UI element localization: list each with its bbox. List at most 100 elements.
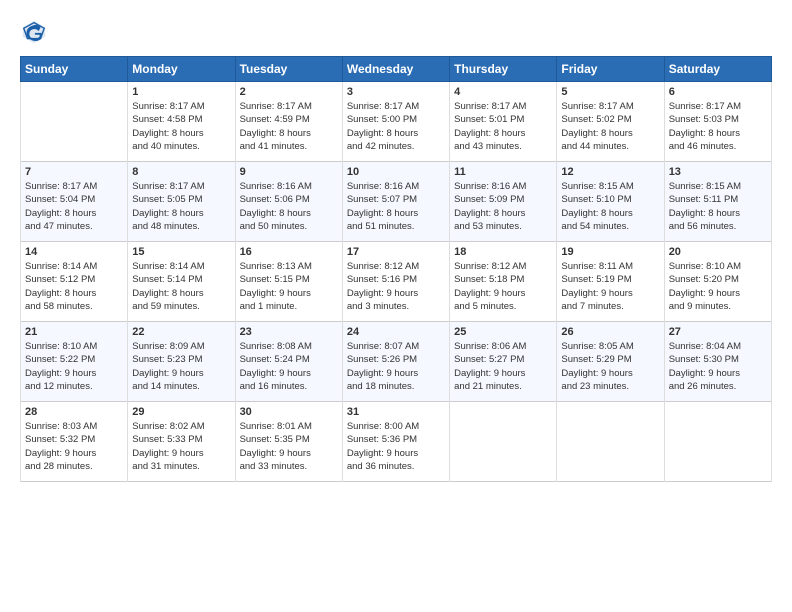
- day-number: 25: [454, 326, 552, 338]
- cell-text: Sunrise: 8:10 AMSunset: 5:20 PMDaylight:…: [669, 260, 767, 313]
- cell-text: Sunrise: 8:16 AMSunset: 5:06 PMDaylight:…: [240, 180, 338, 233]
- day-number: 14: [25, 246, 123, 258]
- cell-text: Sunrise: 8:17 AMSunset: 5:00 PMDaylight:…: [347, 100, 445, 153]
- calendar-cell: [557, 402, 664, 482]
- day-number: 28: [25, 406, 123, 418]
- cell-text: Sunrise: 8:14 AMSunset: 5:12 PMDaylight:…: [25, 260, 123, 313]
- calendar-cell: 19Sunrise: 8:11 AMSunset: 5:19 PMDayligh…: [557, 242, 664, 322]
- cell-text: Sunrise: 8:16 AMSunset: 5:07 PMDaylight:…: [347, 180, 445, 233]
- day-number: 7: [25, 166, 123, 178]
- calendar-cell: 20Sunrise: 8:10 AMSunset: 5:20 PMDayligh…: [664, 242, 771, 322]
- day-number: 15: [132, 246, 230, 258]
- page: SundayMondayTuesdayWednesdayThursdayFrid…: [0, 0, 792, 492]
- calendar-cell: [21, 82, 128, 162]
- day-number: 13: [669, 166, 767, 178]
- col-header-friday: Friday: [557, 57, 664, 82]
- day-number: 24: [347, 326, 445, 338]
- calendar-cell: 1Sunrise: 8:17 AMSunset: 4:58 PMDaylight…: [128, 82, 235, 162]
- day-number: 10: [347, 166, 445, 178]
- calendar-cell: 4Sunrise: 8:17 AMSunset: 5:01 PMDaylight…: [450, 82, 557, 162]
- calendar-cell: 30Sunrise: 8:01 AMSunset: 5:35 PMDayligh…: [235, 402, 342, 482]
- cell-text: Sunrise: 8:17 AMSunset: 5:01 PMDaylight:…: [454, 100, 552, 153]
- cell-text: Sunrise: 8:10 AMSunset: 5:22 PMDaylight:…: [25, 340, 123, 393]
- calendar-cell: 27 Sunrise: 8:04 AMSunset: 5:30 PMDayligh…: [664, 322, 771, 402]
- col-header-sunday: Sunday: [21, 57, 128, 82]
- cell-text: Sunrise: 8:09 AMSunset: 5:23 PMDaylight:…: [132, 340, 230, 393]
- day-number: 2: [240, 86, 338, 98]
- day-number: 3: [347, 86, 445, 98]
- calendar-cell: 8 Sunrise: 8:17 AMSunset: 5:05 PMDaylight…: [128, 162, 235, 242]
- header: [20, 18, 772, 46]
- day-number: 1: [132, 86, 230, 98]
- col-header-saturday: Saturday: [664, 57, 771, 82]
- cell-text: Sunrise: 8:13 AMSunset: 5:15 PMDaylight:…: [240, 260, 338, 313]
- calendar-table: SundayMondayTuesdayWednesdayThursdayFrid…: [20, 56, 772, 482]
- day-number: 22: [132, 326, 230, 338]
- col-header-wednesday: Wednesday: [342, 57, 449, 82]
- day-number: 30: [240, 406, 338, 418]
- day-number: 26: [561, 326, 659, 338]
- day-number: 29: [132, 406, 230, 418]
- calendar-cell: 16 Sunrise: 8:13 AMSunset: 5:15 PMDayligh…: [235, 242, 342, 322]
- day-number: 27: [669, 326, 767, 338]
- cell-text: Sunrise: 8:00 AMSunset: 5:36 PMDaylight:…: [347, 420, 445, 473]
- week-row-1: 7Sunrise: 8:17 AMSunset: 5:04 PMDaylight…: [21, 162, 772, 242]
- cell-text: Sunrise: 8:16 AMSunset: 5:09 PMDaylight:…: [454, 180, 552, 233]
- cell-text: Sunrise: 8:14 AMSunset: 5:14 PMDaylight:…: [132, 260, 230, 313]
- cell-text: Sunrise: 8:03 AMSunset: 5:32 PMDaylight:…: [25, 420, 123, 473]
- day-number: 8: [132, 166, 230, 178]
- calendar-cell: 15 Sunrise: 8:14 AMSunset: 5:14 PMDayligh…: [128, 242, 235, 322]
- calendar-cell: 18Sunrise: 8:12 AMSunset: 5:18 PMDayligh…: [450, 242, 557, 322]
- day-number: 18: [454, 246, 552, 258]
- calendar-cell: 14 Sunrise: 8:14 AMSunset: 5:12 PMDayligh…: [21, 242, 128, 322]
- week-row-4: 28 Sunrise: 8:03 AMSunset: 5:32 PMDayligh…: [21, 402, 772, 482]
- cell-text: Sunrise: 8:15 AMSunset: 5:11 PMDaylight:…: [669, 180, 767, 233]
- cell-text: Sunrise: 8:05 AMSunset: 5:29 PMDaylight:…: [561, 340, 659, 393]
- header-row: SundayMondayTuesdayWednesdayThursdayFrid…: [21, 57, 772, 82]
- calendar-cell: 6Sunrise: 8:17 AMSunset: 5:03 PMDaylight…: [664, 82, 771, 162]
- calendar-cell: 24 Sunrise: 8:07 AMSunset: 5:26 PMDayligh…: [342, 322, 449, 402]
- calendar-cell: 11 Sunrise: 8:16 AMSunset: 5:09 PMDayligh…: [450, 162, 557, 242]
- day-number: 31: [347, 406, 445, 418]
- calendar-cell: 7Sunrise: 8:17 AMSunset: 5:04 PMDaylight…: [21, 162, 128, 242]
- logo: [20, 18, 52, 46]
- col-header-tuesday: Tuesday: [235, 57, 342, 82]
- calendar-cell: [664, 402, 771, 482]
- day-number: 23: [240, 326, 338, 338]
- logo-icon: [20, 18, 48, 46]
- day-number: 9: [240, 166, 338, 178]
- calendar-cell: 13 Sunrise: 8:15 AMSunset: 5:11 PMDayligh…: [664, 162, 771, 242]
- calendar-cell: 3 Sunrise: 8:17 AMSunset: 5:00 PMDaylight…: [342, 82, 449, 162]
- calendar-cell: 26 Sunrise: 8:05 AMSunset: 5:29 PMDayligh…: [557, 322, 664, 402]
- cell-text: Sunrise: 8:02 AMSunset: 5:33 PMDaylight:…: [132, 420, 230, 473]
- day-number: 19: [561, 246, 659, 258]
- calendar-cell: 10 Sunrise: 8:16 AMSunset: 5:07 PMDayligh…: [342, 162, 449, 242]
- week-row-0: 1Sunrise: 8:17 AMSunset: 4:58 PMDaylight…: [21, 82, 772, 162]
- day-number: 21: [25, 326, 123, 338]
- cell-text: Sunrise: 8:17 AMSunset: 5:02 PMDaylight:…: [561, 100, 659, 153]
- day-number: 11: [454, 166, 552, 178]
- day-number: 6: [669, 86, 767, 98]
- calendar-cell: 28 Sunrise: 8:03 AMSunset: 5:32 PMDayligh…: [21, 402, 128, 482]
- week-row-2: 14 Sunrise: 8:14 AMSunset: 5:12 PMDayligh…: [21, 242, 772, 322]
- calendar-header: SundayMondayTuesdayWednesdayThursdayFrid…: [21, 57, 772, 82]
- day-number: 12: [561, 166, 659, 178]
- calendar-cell: 17Sunrise: 8:12 AMSunset: 5:16 PMDayligh…: [342, 242, 449, 322]
- calendar-cell: 22 Sunrise: 8:09 AMSunset: 5:23 PMDayligh…: [128, 322, 235, 402]
- cell-text: Sunrise: 8:04 AMSunset: 5:30 PMDaylight:…: [669, 340, 767, 393]
- cell-text: Sunrise: 8:07 AMSunset: 5:26 PMDaylight:…: [347, 340, 445, 393]
- calendar-cell: 29 Sunrise: 8:02 AMSunset: 5:33 PMDayligh…: [128, 402, 235, 482]
- day-number: 5: [561, 86, 659, 98]
- calendar-cell: 9 Sunrise: 8:16 AMSunset: 5:06 PMDaylight…: [235, 162, 342, 242]
- week-row-3: 21 Sunrise: 8:10 AMSunset: 5:22 PMDayligh…: [21, 322, 772, 402]
- col-header-thursday: Thursday: [450, 57, 557, 82]
- calendar-cell: 23Sunrise: 8:08 AMSunset: 5:24 PMDayligh…: [235, 322, 342, 402]
- calendar-cell: 2 Sunrise: 8:17 AMSunset: 4:59 PMDaylight…: [235, 82, 342, 162]
- cell-text: Sunrise: 8:06 AMSunset: 5:27 PMDaylight:…: [454, 340, 552, 393]
- cell-text: Sunrise: 8:17 AMSunset: 4:59 PMDaylight:…: [240, 100, 338, 153]
- cell-text: Sunrise: 8:17 AMSunset: 5:05 PMDaylight:…: [132, 180, 230, 233]
- day-number: 16: [240, 246, 338, 258]
- calendar-cell: 25 Sunrise: 8:06 AMSunset: 5:27 PMDayligh…: [450, 322, 557, 402]
- cell-text: Sunrise: 8:15 AMSunset: 5:10 PMDaylight:…: [561, 180, 659, 233]
- calendar-cell: [450, 402, 557, 482]
